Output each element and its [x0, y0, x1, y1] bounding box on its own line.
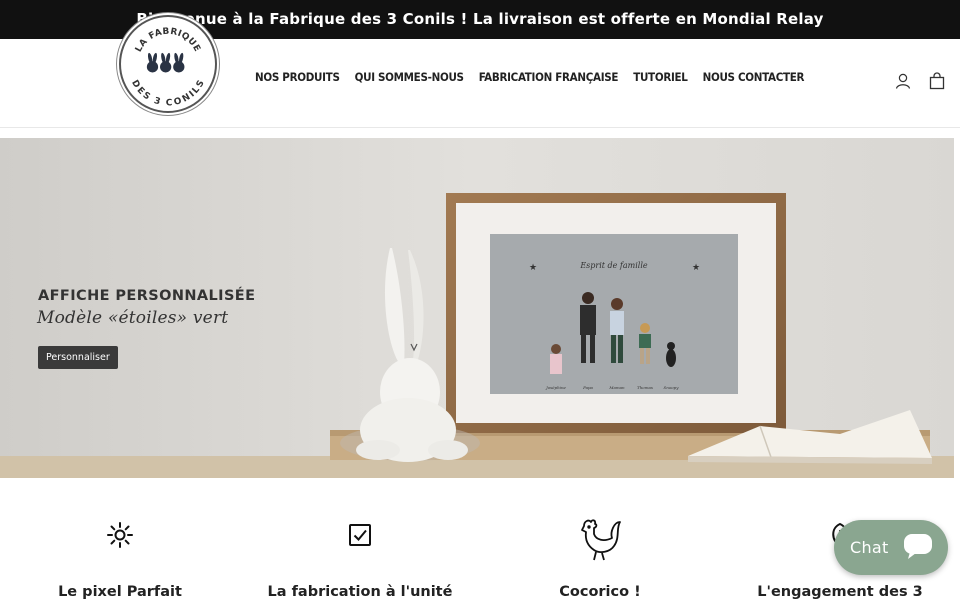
- personalize-button[interactable]: Personnaliser: [38, 346, 118, 369]
- svg-text:★: ★: [529, 263, 537, 273]
- rooster-icon: [576, 516, 624, 566]
- announcement-text: Bienvenue à la Fabrique des 3 Conils ! L…: [136, 10, 824, 28]
- site-header: LA FABRIQUE DES 3 CONILS NOS PRODUITS QU…: [0, 15, 960, 128]
- header-icons: [894, 72, 946, 90]
- feature-label: L'engagement des 3: [757, 584, 923, 600]
- hero-title: AFFICHE PERSONNALISÉE: [38, 288, 256, 304]
- hero-subtitle: Modèle «étoiles» vert: [37, 308, 229, 328]
- brand-logo[interactable]: LA FABRIQUE DES 3 CONILS: [119, 15, 217, 113]
- features-section: Le pixel Parfait La fabrication à l'unit…: [0, 480, 960, 600]
- hero-banner: Esprit de famille ★ ★ Joséphine Papa Mam…: [0, 138, 954, 478]
- feature-label: Cocorico !: [559, 584, 641, 600]
- chat-bubble-icon: [903, 532, 933, 564]
- svg-text:★: ★: [692, 263, 700, 273]
- feature-label: La fabrication à l'unité: [267, 584, 453, 600]
- nav-item-french-making[interactable]: FABRICATION FRANÇAISE: [479, 70, 619, 84]
- nav-item-products[interactable]: NOS PRODUITS: [255, 70, 340, 84]
- chat-label: Chat: [850, 538, 889, 557]
- poster-name-1: Joséphine: [545, 385, 566, 390]
- sun-icon: [105, 520, 135, 554]
- checkbox-icon: [345, 520, 375, 554]
- poster-title: Esprit de famille: [579, 261, 648, 270]
- poster-name-4: Thomas: [637, 385, 653, 390]
- poster-name-3: Maman: [608, 385, 625, 390]
- main-nav: NOS PRODUITS QUI SOMMES-NOUS FABRICATION…: [255, 70, 805, 84]
- user-icon[interactable]: [894, 72, 912, 90]
- chat-widget-button[interactable]: Chat: [834, 520, 948, 575]
- nav-item-contact[interactable]: NOUS CONTACTER: [703, 70, 805, 84]
- feature-label: Le pixel Parfait: [58, 584, 182, 600]
- shopping-bag-icon[interactable]: [928, 72, 946, 90]
- poster-name-5: Snoopy: [664, 385, 680, 390]
- poster-name-2: Papa: [582, 385, 593, 390]
- nav-item-about[interactable]: QUI SOMMES-NOUS: [355, 70, 464, 84]
- nav-item-tutorial[interactable]: TUTORIEL: [633, 70, 688, 84]
